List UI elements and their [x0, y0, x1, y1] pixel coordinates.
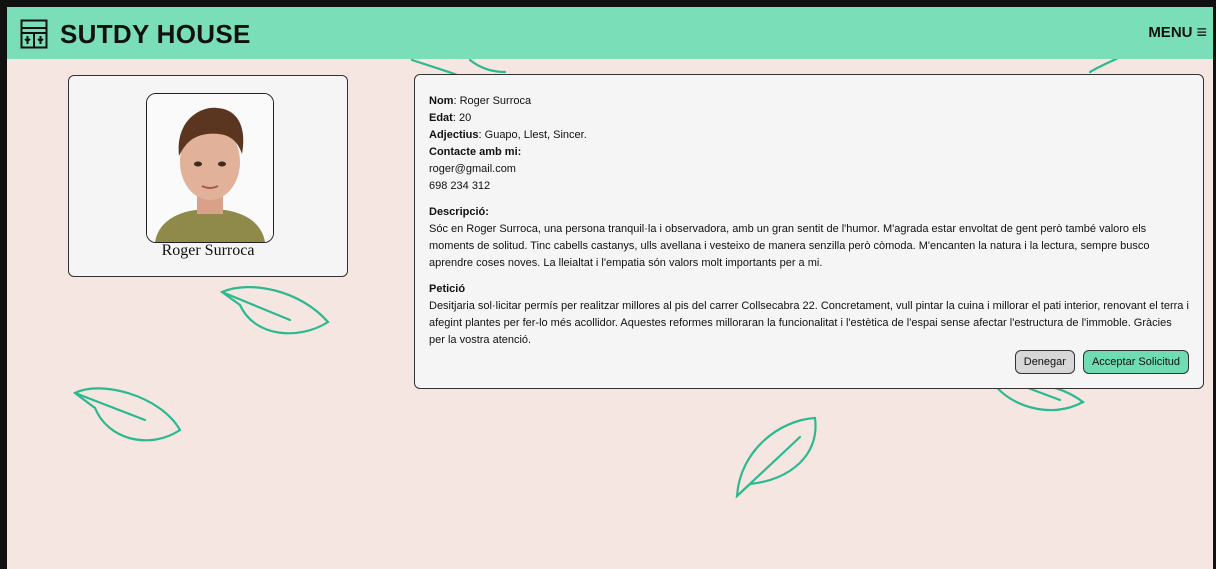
- menu-button[interactable]: MENU ≡: [1148, 23, 1207, 41]
- age-row: Edat: 20: [429, 112, 472, 124]
- name-row: Nom: Roger Surroca: [429, 95, 532, 107]
- contact-label: Contacte amb mi:: [429, 146, 522, 158]
- age-label: Edat: [429, 112, 453, 124]
- top-header: SUTDY HOUSE MENU ≡: [7, 7, 1213, 59]
- request-title: Petició: [429, 283, 466, 295]
- name-label: Nom: [429, 95, 454, 107]
- request-actions: Denegar Acceptar Solicitud: [1014, 350, 1189, 374]
- description-title: Descripció:: [429, 206, 489, 218]
- adjectives-row: Adjectius: Guapo, Llest, Sincer.: [429, 129, 587, 141]
- adjectives-label: Adjectius: [429, 129, 479, 141]
- description-text: Sóc en Roger Surroca, una persona tranqu…: [429, 223, 1150, 269]
- age-value: 20: [458, 112, 472, 124]
- profile-card: Roger Surroca: [68, 75, 348, 277]
- hamburger-icon: ≡: [1196, 22, 1207, 42]
- leaf-icon: [1088, 56, 1120, 74]
- description-section: Descripció: Sóc en Roger Surroca, una pe…: [429, 204, 1189, 272]
- menu-label: MENU: [1148, 23, 1193, 41]
- brand-title[interactable]: SUTDY HOUSE: [60, 19, 251, 50]
- leaf-icon: [735, 416, 817, 499]
- leaf-icon: [72, 387, 182, 442]
- person-portrait-icon: [147, 94, 273, 242]
- email-value[interactable]: roger@gmail.com: [429, 161, 1189, 178]
- window-frame-left: [0, 0, 7, 569]
- name-value: Roger Surroca: [459, 95, 532, 107]
- profile-photo: [146, 93, 274, 243]
- request-details-card: Nom: Roger Surroca Edat: 20 Adjectius: G…: [414, 74, 1204, 389]
- request-section: Petició Desitjaria sol·licitar permís pe…: [429, 281, 1189, 349]
- accept-request-button[interactable]: Acceptar Solicitud: [1082, 350, 1189, 374]
- request-text: Desitjaria sol·licitar permís per realit…: [429, 300, 1189, 346]
- window-frame-top: [0, 0, 1216, 7]
- house-logo-icon[interactable]: [20, 19, 48, 49]
- profile-name: Roger Surroca: [161, 242, 255, 259]
- phone-value[interactable]: 698 234 312: [429, 178, 1189, 195]
- contact-label-row: Contacte amb mi:: [429, 144, 1189, 161]
- leaf-icon: [219, 286, 330, 335]
- adjectives-value: Guapo, Llest, Sincer.: [484, 129, 587, 141]
- deny-button[interactable]: Denegar: [1014, 350, 1075, 374]
